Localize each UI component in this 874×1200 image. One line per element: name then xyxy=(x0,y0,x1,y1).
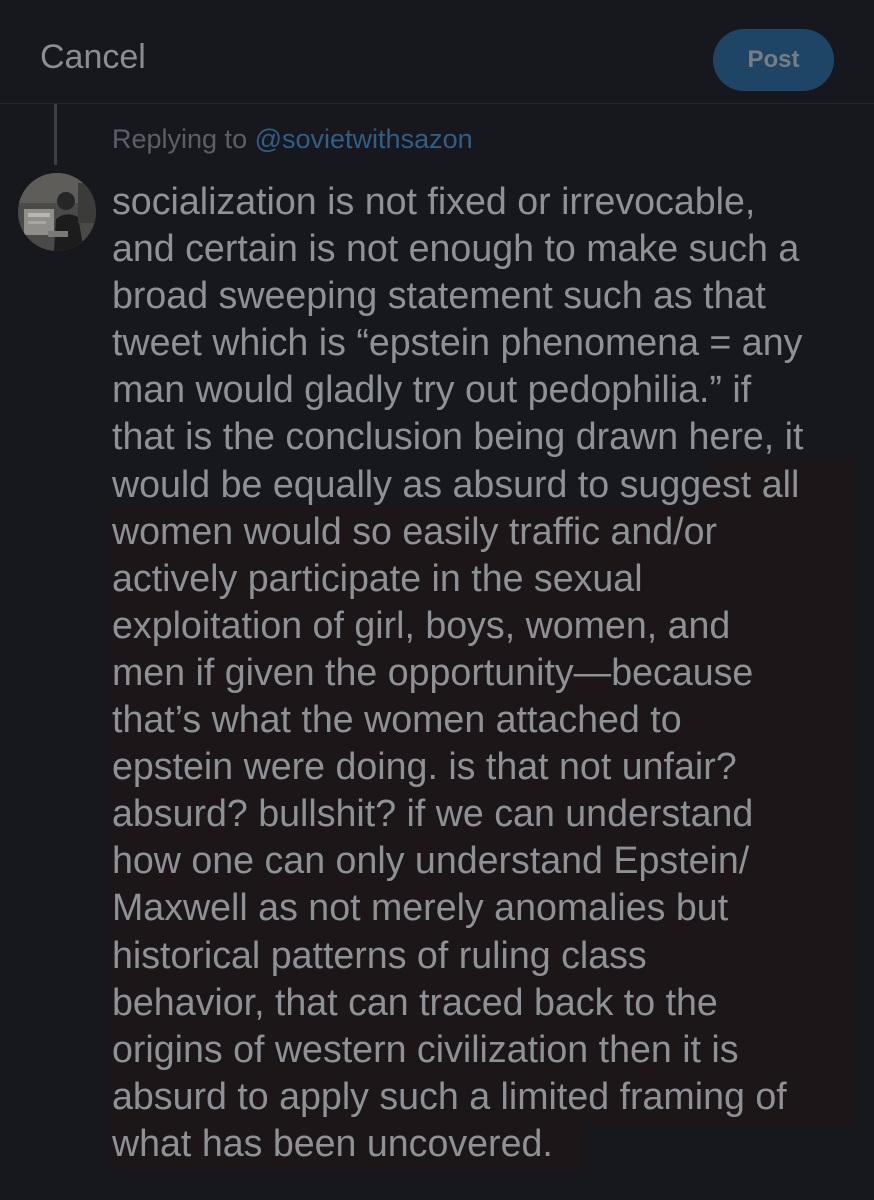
text-line: historical patterns of ruling class xyxy=(112,933,647,976)
text-line: exploitation of girl, boys, women, and xyxy=(112,603,731,646)
text-line: and certain is not enough to make such a xyxy=(112,227,800,270)
text-line: man would gladly try out pedophilia.” if xyxy=(112,368,752,411)
text-line: men if given the opportunity—because xyxy=(112,650,754,693)
text-line: how one can only understand Epstein/ xyxy=(112,839,750,882)
text-line: that is the conclusion being drawn here,… xyxy=(112,415,804,458)
text-line: behavior, that can traced back to the xyxy=(112,980,718,1023)
avatar-photo-icon xyxy=(18,173,96,251)
cancel-button[interactable]: Cancel xyxy=(40,38,146,77)
text-line: broad sweeping statement such as that xyxy=(112,274,766,317)
text-line: socialization is not fixed or irrevocabl… xyxy=(112,180,756,222)
replying-to-label: Replying to xyxy=(112,124,248,154)
thread-connector-line xyxy=(54,104,57,165)
post-button[interactable]: Post xyxy=(713,29,834,91)
replying-to: Replying to @sovietwithsazon xyxy=(112,124,473,155)
text-line: epstein were doing. is that not unfair? xyxy=(112,745,737,788)
text-line: would be equally as absurd to suggest al… xyxy=(112,462,800,505)
text-line: tweet which is “epstein phenomena = any xyxy=(112,321,803,364)
text-line: absurd? bullshit? if we can understand xyxy=(112,792,754,835)
text-line: actively participate in the sexual xyxy=(112,556,643,599)
reply-text-area[interactable]: socialization is not fixed or irrevocabl… xyxy=(112,178,862,1167)
text-line: origins of western civilization then it … xyxy=(112,1027,739,1070)
reply-handle-link[interactable]: @sovietwithsazon xyxy=(255,124,473,154)
text-line: Maxwell as not merely anomalies but xyxy=(112,886,729,929)
compose-header: Cancel Post xyxy=(0,0,874,104)
text-line: that’s what the women attached to xyxy=(112,698,682,741)
text-line: absurd to apply such a limited framing o… xyxy=(112,1074,787,1117)
text-line: what has been uncovered. xyxy=(112,1121,553,1164)
avatar[interactable] xyxy=(18,173,96,251)
text-line: women would so easily traffic and/or xyxy=(112,509,718,552)
